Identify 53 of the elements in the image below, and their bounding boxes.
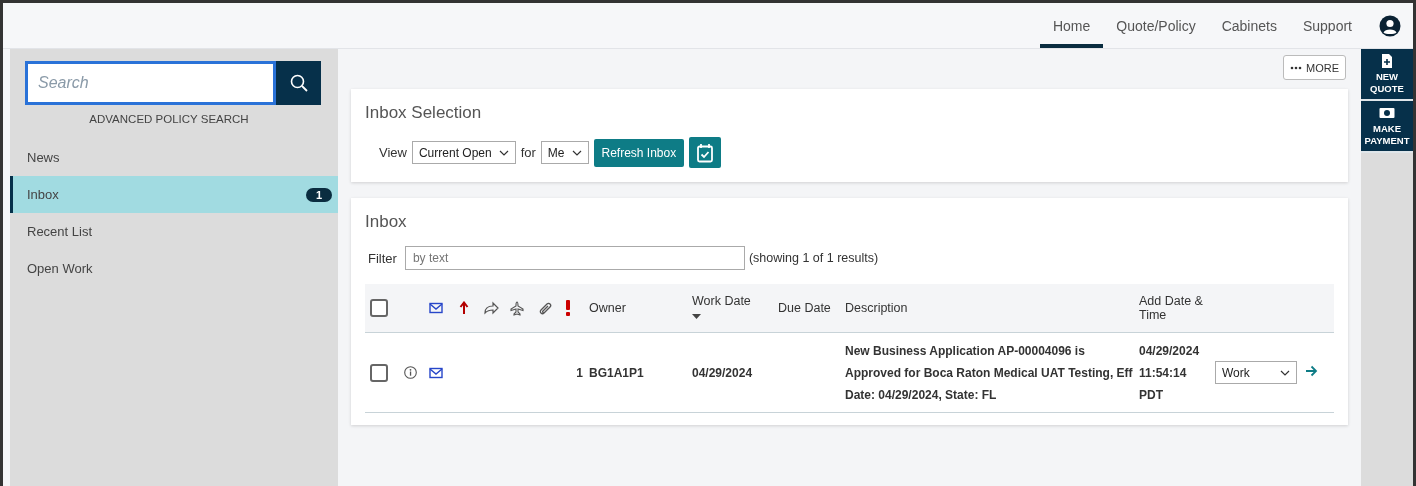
banknote-icon	[1379, 105, 1395, 121]
nav-tab[interactable]: Quote/Policy	[1103, 3, 1209, 48]
make-payment-button[interactable]: MAKE PAYMENT	[1361, 101, 1413, 153]
nav-tab[interactable]: Support	[1289, 3, 1365, 48]
checkbox[interactable]	[370, 363, 388, 382]
urgent-count: 1	[576, 365, 583, 380]
exclamation-icon	[565, 300, 571, 316]
work-date-cell: 04/29/2024	[692, 365, 753, 380]
filter-field[interactable]: by text	[404, 246, 745, 270]
sidebar-item[interactable]: Recent List	[10, 213, 338, 250]
more-button[interactable]: MORE	[1283, 55, 1346, 80]
search-icon	[289, 74, 308, 92]
calendar-check-icon	[696, 142, 715, 163]
view-dropdown[interactable]: Current Open	[411, 141, 516, 164]
count-badge: 1	[305, 187, 332, 202]
right-arrow-icon[interactable]	[1305, 365, 1318, 377]
advanced-search-link[interactable]: ADVANCED POLICY SEARCH	[10, 113, 338, 125]
view-label: View	[379, 145, 407, 160]
for-label: for	[520, 145, 536, 160]
sidebar-item[interactable]: News	[10, 139, 338, 176]
owner-cell: BG1A1P1	[589, 365, 644, 380]
card-title: Inbox	[365, 212, 408, 232]
search-field[interactable]: Search	[25, 61, 276, 105]
action-dropdown[interactable]: Work	[1215, 361, 1297, 384]
description-cell-text: New Business Application AP-00004096 is Approved for Boca Raton Medical UAT Testing, Eff Date: 04/29/2024, State: FL	[845, 342, 1134, 404]
sidebar-item[interactable]: Inbox 1	[10, 176, 338, 213]
forward-arrow-icon	[483, 301, 499, 315]
calendar-button[interactable]	[689, 137, 722, 168]
up-arrow-icon	[459, 301, 469, 315]
ellipsis-icon	[1290, 65, 1302, 70]
paperclip-icon	[538, 300, 552, 316]
filter-label: Filter	[368, 250, 397, 266]
user-avatar-icon[interactable]	[1379, 14, 1401, 37]
nav-tab[interactable]: Cabinets	[1208, 3, 1290, 48]
sidebar-item[interactable]: Open Work	[10, 250, 338, 287]
document-plus-icon	[1379, 53, 1395, 69]
chevron-down-icon	[571, 149, 582, 156]
add-date-cell-text: 04/29/2024 11:54:14 PDT	[1139, 342, 1201, 404]
chevron-down-icon	[1280, 369, 1290, 376]
mail-icon	[429, 302, 443, 314]
chevron-down-icon	[498, 149, 509, 156]
search-button[interactable]	[276, 61, 321, 105]
column-header[interactable]: Description	[845, 301, 908, 315]
column-header[interactable]: Owner	[589, 301, 626, 315]
results-count: (showing 1 of 1 results)	[748, 251, 879, 265]
refresh-inbox-button[interactable]: Refresh Inbox	[593, 138, 685, 167]
checkbox[interactable]	[370, 299, 388, 317]
nav-tab[interactable]: Home	[1039, 3, 1104, 48]
card-title: Inbox Selection	[365, 103, 483, 123]
new-quote-button[interactable]: NEW QUOTE	[1361, 49, 1413, 101]
assignee-dropdown[interactable]: Me	[540, 141, 589, 164]
column-header[interactable]: Work Date	[692, 294, 751, 308]
airplane-icon	[510, 300, 524, 316]
